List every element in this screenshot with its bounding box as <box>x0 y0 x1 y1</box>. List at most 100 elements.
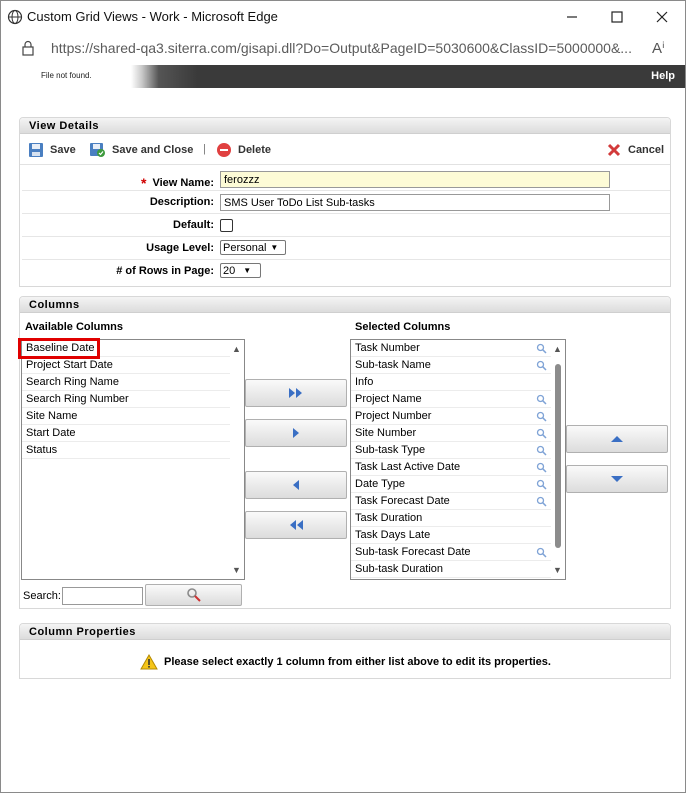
down-triangle-icon <box>611 476 623 482</box>
selected-column-item[interactable]: Task Number <box>351 340 551 357</box>
selected-column-item[interactable]: Task Days Late <box>351 527 551 544</box>
selected-column-item[interactable]: Sub-task Type <box>351 442 551 459</box>
search-icon <box>536 462 547 473</box>
maximize-icon[interactable] <box>606 7 628 27</box>
close-icon[interactable] <box>651 7 673 27</box>
move-down-button[interactable] <box>566 465 668 493</box>
remove-all-button[interactable] <box>245 511 347 539</box>
view-name-row: * View Name: <box>22 168 670 191</box>
add-button[interactable] <box>245 419 347 447</box>
selected-column-label: Info <box>355 376 374 388</box>
search-icon <box>536 411 547 422</box>
selected-column-label: Project Number <box>355 410 432 422</box>
help-link[interactable]: Help <box>651 70 675 82</box>
view-details-panel: View Details Save Save and Close | Delet… <box>19 117 671 287</box>
column-properties-title: Column Properties <box>20 624 670 640</box>
selected-column-item[interactable]: Info <box>351 374 551 391</box>
column-search-input[interactable] <box>62 587 143 605</box>
toolbar-separator: | <box>203 143 206 155</box>
scrollbar-thumb[interactable] <box>555 364 561 548</box>
description-label: Description: <box>149 196 214 208</box>
default-label: Default: <box>173 219 214 231</box>
delete-label: Delete <box>238 144 272 156</box>
remove-button[interactable] <box>245 471 347 499</box>
available-column-item[interactable]: Start Date <box>22 425 230 442</box>
cancel-button[interactable]: Cancel <box>606 142 664 158</box>
selected-column-label: Task Number <box>355 342 420 354</box>
usage-level-value: Personal <box>223 241 267 254</box>
save-and-close-button[interactable]: Save and Close <box>89 142 193 158</box>
selected-column-label: Sub-task Type <box>355 444 426 456</box>
selected-column-item[interactable]: Task Forecast Date <box>351 493 551 510</box>
double-left-arrow-icon <box>290 520 303 530</box>
available-column-item[interactable]: Project Start Date <box>22 357 230 374</box>
selection-highlight <box>18 338 100 359</box>
selected-column-item[interactable]: Sub-task Name <box>351 357 551 374</box>
floppy-disk-icon <box>29 143 43 157</box>
minimize-icon[interactable] <box>561 7 583 27</box>
add-all-button[interactable] <box>245 379 347 407</box>
usage-level-select[interactable]: Personal ▼ <box>220 240 286 255</box>
selected-column-item[interactable]: Task Duration <box>351 510 551 527</box>
selected-column-label: Task Forecast Date <box>355 495 450 507</box>
view-name-label: * View Name: <box>140 175 214 191</box>
selected-column-item[interactable]: Sub-task Forecast Date <box>351 544 551 561</box>
cancel-x-icon <box>607 143 621 157</box>
available-column-item[interactable]: Status <box>22 442 230 459</box>
app-header: File not found. Help <box>1 65 685 88</box>
selected-columns-label: Selected Columns <box>355 321 451 333</box>
available-column-item[interactable]: Search Ring Number <box>22 391 230 408</box>
search-icon <box>536 479 547 490</box>
search-icon <box>536 496 547 507</box>
header-band <box>131 65 685 88</box>
double-right-arrow-icon <box>289 388 302 398</box>
scroll-up-icon[interactable]: ▲ <box>553 344 562 354</box>
selected-column-label: Sub-task Name <box>355 359 431 371</box>
available-columns-label: Available Columns <box>25 321 124 333</box>
save-label: Save <box>50 144 76 156</box>
search-icon <box>186 588 201 602</box>
column-properties-panel: Column Properties Please select exactly … <box>19 623 671 679</box>
address-bar: https://shared-qa3.siterra.com/gisapi.dl… <box>1 33 685 63</box>
selected-column-item[interactable]: Task Last Active Date <box>351 459 551 476</box>
rows-in-page-select[interactable]: 20 ▼ <box>220 263 261 278</box>
selected-scrollbar[interactable]: ▲ ▼ <box>551 340 565 579</box>
view-name-input[interactable] <box>220 171 610 188</box>
properties-message: Please select exactly 1 column from eith… <box>140 654 551 670</box>
selected-column-item[interactable]: Project Name <box>351 391 551 408</box>
lock-icon[interactable] <box>21 40 35 56</box>
rows-in-page-value: 20 <box>223 264 236 277</box>
save-and-close-label: Save and Close <box>112 144 194 156</box>
usage-level-label: Usage Level: <box>146 242 214 254</box>
read-aloud-icon[interactable]: Aⁱ <box>652 39 665 57</box>
selected-column-label: Task Last Active Date <box>355 461 461 473</box>
delete-button[interactable]: Delete <box>216 142 271 158</box>
available-scrollbar[interactable]: ▲ ▼ <box>230 340 244 579</box>
move-up-button[interactable] <box>566 425 668 453</box>
available-column-item[interactable]: Search Ring Name <box>22 374 230 391</box>
chevron-down-icon: ▼ <box>243 266 252 275</box>
selected-column-label: Task Days Late <box>355 529 431 541</box>
available-columns-list[interactable]: Baseline Date Project Start Date Search Ri… <box>21 339 245 580</box>
url-text[interactable]: https://shared-qa3.siterra.com/gisapi.dl… <box>51 40 636 56</box>
scroll-down-icon[interactable]: ▼ <box>232 565 241 575</box>
column-search-button[interactable] <box>145 584 242 606</box>
default-checkbox[interactable] <box>220 219 233 232</box>
description-input[interactable] <box>220 194 610 211</box>
scroll-up-icon[interactable]: ▲ <box>232 344 241 354</box>
selected-column-item[interactable]: Date Type <box>351 476 551 493</box>
selected-column-item[interactable]: Site Number <box>351 425 551 442</box>
available-column-item[interactable]: Site Name <box>22 408 230 425</box>
globe-icon <box>7 9 23 25</box>
right-arrow-icon <box>293 428 299 438</box>
selected-column-item[interactable]: Sub-task Duration <box>351 561 551 578</box>
default-row: Default: <box>22 214 670 237</box>
selected-columns-list[interactable]: Task Number Sub-task Name Info Project Name… <box>350 339 566 580</box>
view-details-title: View Details <box>20 118 670 134</box>
columns-title: Columns <box>20 297 670 313</box>
save-button[interactable]: Save <box>28 142 76 158</box>
selected-column-item[interactable]: Project Number <box>351 408 551 425</box>
scroll-down-icon[interactable]: ▼ <box>553 565 562 575</box>
save-and-close-icon <box>90 143 105 157</box>
left-arrow-icon <box>293 480 299 490</box>
